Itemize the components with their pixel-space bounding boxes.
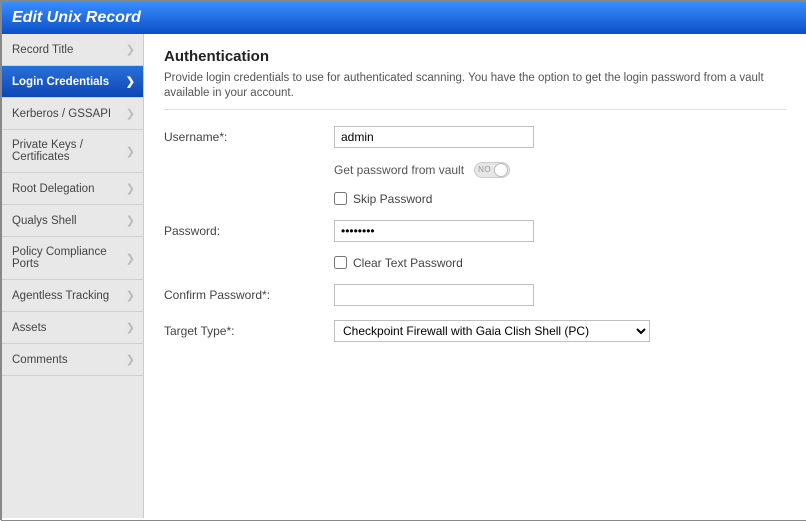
chevron-right-icon: ❯ <box>126 75 135 88</box>
chevron-right-icon: ❯ <box>126 252 135 265</box>
username-label: Username*: <box>164 130 334 144</box>
chevron-right-icon: ❯ <box>126 43 135 56</box>
target-type-select[interactable]: Checkpoint Firewall with Gaia Clish Shel… <box>334 320 650 342</box>
sidebar-item-label: Agentless Tracking <box>12 290 109 302</box>
sidebar-item-label: Kerberos / GSSAPI <box>12 108 111 120</box>
chevron-right-icon: ❯ <box>126 145 135 158</box>
section-title: Authentication <box>164 48 786 65</box>
toggle-knob-icon <box>494 163 508 177</box>
sidebar-item-label: Qualys Shell <box>12 215 77 227</box>
username-input[interactable] <box>334 126 534 148</box>
chevron-right-icon: ❯ <box>126 214 135 227</box>
sidebar-item-label: Private Keys / Certificates <box>12 139 126 163</box>
chevron-right-icon: ❯ <box>126 321 135 334</box>
sidebar-item-label: Login Credentials <box>12 76 109 88</box>
password-input[interactable] <box>334 220 534 242</box>
sidebar-item-policy-compliance[interactable]: Policy Compliance Ports ❯ <box>2 237 143 280</box>
chevron-right-icon: ❯ <box>126 182 135 195</box>
password-label: Password: <box>164 224 334 238</box>
main-panel: Authentication Provide login credentials… <box>144 34 806 518</box>
sidebar-item-kerberos[interactable]: Kerberos / GSSAPI ❯ <box>2 98 143 130</box>
vault-toggle-state: NO <box>478 165 491 174</box>
sidebar-item-comments[interactable]: Comments ❯ <box>2 344 143 376</box>
sidebar-item-assets[interactable]: Assets ❯ <box>2 312 143 344</box>
sidebar-item-record-title[interactable]: Record Title ❯ <box>2 34 143 66</box>
clear-text-label: Clear Text Password <box>353 256 463 270</box>
chevron-right-icon: ❯ <box>126 353 135 366</box>
confirm-password-input[interactable] <box>334 284 534 306</box>
sidebar-item-qualys-shell[interactable]: Qualys Shell ❯ <box>2 205 143 237</box>
skip-password-label: Skip Password <box>353 192 432 206</box>
sidebar-item-label: Policy Compliance Ports <box>12 246 126 270</box>
target-type-label: Target Type*: <box>164 324 334 338</box>
sidebar-item-label: Root Delegation <box>12 183 94 195</box>
sidebar-item-label: Comments <box>12 354 68 366</box>
sidebar-item-private-keys[interactable]: Private Keys / Certificates ❯ <box>2 130 143 173</box>
vault-label: Get password from vault <box>334 163 464 177</box>
sidebar-item-label: Assets <box>12 322 47 334</box>
chevron-right-icon: ❯ <box>126 289 135 302</box>
sidebar: Record Title ❯ Login Credentials ❯ Kerbe… <box>2 34 144 518</box>
sidebar-item-agentless-tracking[interactable]: Agentless Tracking ❯ <box>2 280 143 312</box>
confirm-password-label: Confirm Password*: <box>164 288 334 302</box>
sidebar-item-label: Record Title <box>12 44 73 56</box>
section-description: Provide login credentials to use for aut… <box>164 71 786 110</box>
vault-toggle[interactable]: NO <box>474 162 510 178</box>
sidebar-item-root-delegation[interactable]: Root Delegation ❯ <box>2 173 143 205</box>
sidebar-item-login-credentials[interactable]: Login Credentials ❯ <box>2 66 143 98</box>
skip-password-checkbox[interactable] <box>334 192 347 205</box>
window-title: Edit Unix Record <box>2 2 806 34</box>
chevron-right-icon: ❯ <box>126 107 135 120</box>
clear-text-checkbox[interactable] <box>334 256 347 269</box>
